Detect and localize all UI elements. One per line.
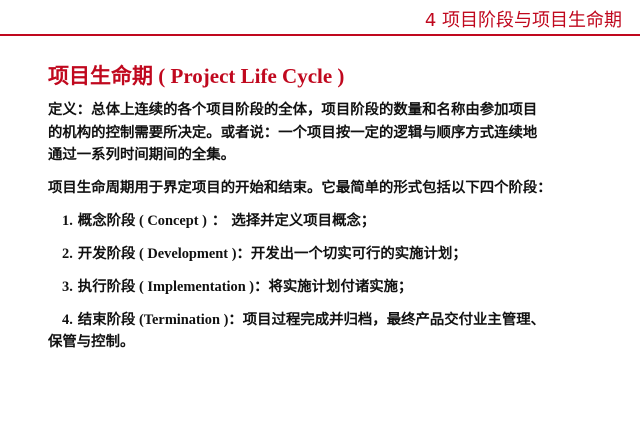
stage-item-implementation: 3. 执行阶段 ( Implementation )：将实施计划付诸实施；: [48, 276, 626, 299]
header-divider: [0, 34, 640, 36]
definition-line-2: 的机构的控制需要所决定。或者说：一个项目按一定的逻辑与顺序方式连续地: [48, 123, 538, 141]
intro-text: 项目生命周期用于界定项目的开始和结束。它最简单的形式包括以下四个阶段：: [48, 178, 552, 196]
stage-description-continued: 保管与控制。: [48, 333, 135, 350]
stage-name: 概念阶段: [72, 211, 136, 229]
stage-english: ( Concept ): [135, 212, 207, 229]
definition-line-1: 定义：总体上连续的各个项目阶段的全体，项目阶段的数量和名称由参加项目: [48, 101, 538, 118]
stage-item-development: 2. 开发阶段 ( Development )：开发出一个切实可行的实施计划；: [48, 243, 626, 266]
definition-line-3: 通过一系列时间期间的全集。: [48, 146, 236, 163]
slide: 4 项目阶段与项目生命期 项目生命期 ( Project Life Cycle …: [0, 0, 640, 443]
section-header: 4 项目阶段与项目生命期: [424, 10, 622, 31]
stage-description: ：将实施计划付诸实施；: [254, 277, 413, 295]
title-english: ( Project Life Cycle ): [153, 64, 345, 88]
stage-item-termination: 4. 结束阶段 (Termination )：项目过程完成并归档，最终产品交付业…: [48, 309, 626, 354]
stage-english: ( Development ): [135, 245, 237, 262]
stage-number: 2.: [62, 245, 73, 262]
stage-english: ( Implementation ): [135, 278, 255, 295]
stage-name: 结束阶段: [72, 310, 136, 328]
stage-description: ：开发出一个切实可行的实施计划；: [236, 244, 467, 262]
stage-name: 开发阶段: [72, 244, 136, 262]
stage-number: 4.: [62, 311, 73, 328]
stage-number: 1.: [62, 212, 73, 229]
stage-number: 3.: [62, 278, 73, 295]
stage-item-concept: 1. 概念阶段 ( Concept ) ： 选择并定义项目概念；: [48, 210, 626, 233]
title-chinese: 项目生命期: [48, 64, 153, 88]
stage-name: 执行阶段: [72, 277, 136, 295]
stage-description: ： 选择并定义项目概念；: [206, 211, 376, 229]
page-title: 项目生命期 ( Project Life Cycle ): [48, 60, 344, 90]
stage-english: (Termination ): [135, 311, 229, 328]
content-body: 定义：总体上连续的各个项目阶段的全体，项目阶段的数量和名称由参加项目 的机构的控…: [48, 99, 626, 354]
stage-description: ：项目过程完成并归档，最终产品交付业主管理、: [228, 310, 545, 328]
